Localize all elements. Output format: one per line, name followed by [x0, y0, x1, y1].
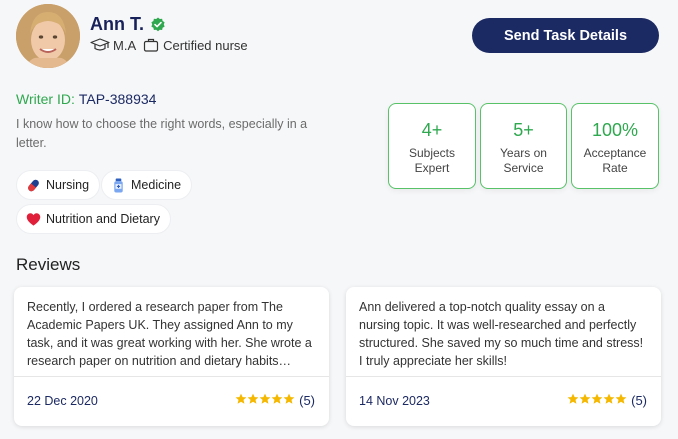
- star-icon: [567, 393, 579, 405]
- subject-tag-nursing: Nursing: [16, 170, 101, 200]
- stat-value: 5+: [513, 120, 534, 140]
- stat-label: Subjects Expert: [408, 146, 456, 175]
- writer-id-value: TAP-388934: [78, 91, 157, 107]
- star-icon: [283, 393, 295, 405]
- stat-label: Acceptance Rate: [583, 146, 647, 175]
- stat-subjects-expert: 4+ Subjects Expert: [388, 103, 476, 189]
- rating-stars: [235, 393, 295, 408]
- star-icon: [235, 393, 247, 405]
- reviews-heading: Reviews: [16, 255, 81, 274]
- star-icon: [579, 393, 591, 405]
- degree-label: M.A: [113, 37, 137, 53]
- graduation-cap-icon: [90, 37, 110, 53]
- review-count: (5): [299, 393, 315, 408]
- star-icon: [271, 393, 283, 405]
- star-icon: [247, 393, 259, 405]
- stat-years-on-service: 5+ Years on Service: [480, 103, 567, 189]
- tag-label: Nursing: [46, 178, 90, 192]
- review-rating: (5): [235, 393, 315, 408]
- stat-label: Years on Service: [500, 146, 547, 175]
- heart-icon: [26, 212, 41, 227]
- review-text: Ann delivered a top-notch quality essay …: [359, 300, 644, 368]
- divider: [14, 376, 329, 377]
- stat-value: 100%: [591, 120, 639, 140]
- medicine-bottle-icon: [111, 177, 126, 193]
- stat-acceptance-rate: 100% Acceptance Rate: [571, 103, 659, 189]
- writer-name: Ann T.: [90, 14, 144, 34]
- divider: [346, 376, 661, 377]
- avatar: [16, 4, 80, 68]
- review-text: Recently, I ordered a research paper fro…: [27, 300, 312, 368]
- review-card: Recently, I ordered a research paper fro…: [14, 287, 329, 426]
- stat-value: 4+: [421, 120, 443, 140]
- review-date: 22 Dec 2020: [27, 394, 98, 408]
- star-icon: [615, 393, 627, 405]
- pill-icon: [26, 178, 41, 193]
- subject-tag-nutrition: Nutrition and Dietary: [16, 204, 171, 234]
- briefcase-icon: [143, 37, 159, 53]
- writer-id-label: Writer ID:: [16, 91, 75, 107]
- star-icon: [591, 393, 603, 405]
- writer-bio: I know how to choose the right words, es…: [16, 117, 308, 150]
- review-date: 14 Nov 2023: [359, 394, 430, 408]
- writer-id: Writer ID: TAP-388934: [16, 91, 156, 107]
- writer-name-row: Ann T.: [90, 14, 166, 35]
- rating-stars: [567, 393, 627, 408]
- review-count: (5): [631, 393, 647, 408]
- star-icon: [259, 393, 271, 405]
- send-task-details-button[interactable]: Send Task Details: [472, 18, 659, 53]
- role-label: Certified nurse: [163, 37, 248, 53]
- subject-tag-medicine: Medicine: [101, 170, 193, 200]
- star-icon: [603, 393, 615, 405]
- tag-label: Nutrition and Dietary: [46, 212, 160, 226]
- review-card: Ann delivered a top-notch quality essay …: [346, 287, 661, 426]
- review-rating: (5): [567, 393, 647, 408]
- writer-meta: M.A Certified nurse: [90, 37, 248, 53]
- tag-label: Medicine: [131, 178, 182, 192]
- verified-badge-icon: [150, 17, 166, 33]
